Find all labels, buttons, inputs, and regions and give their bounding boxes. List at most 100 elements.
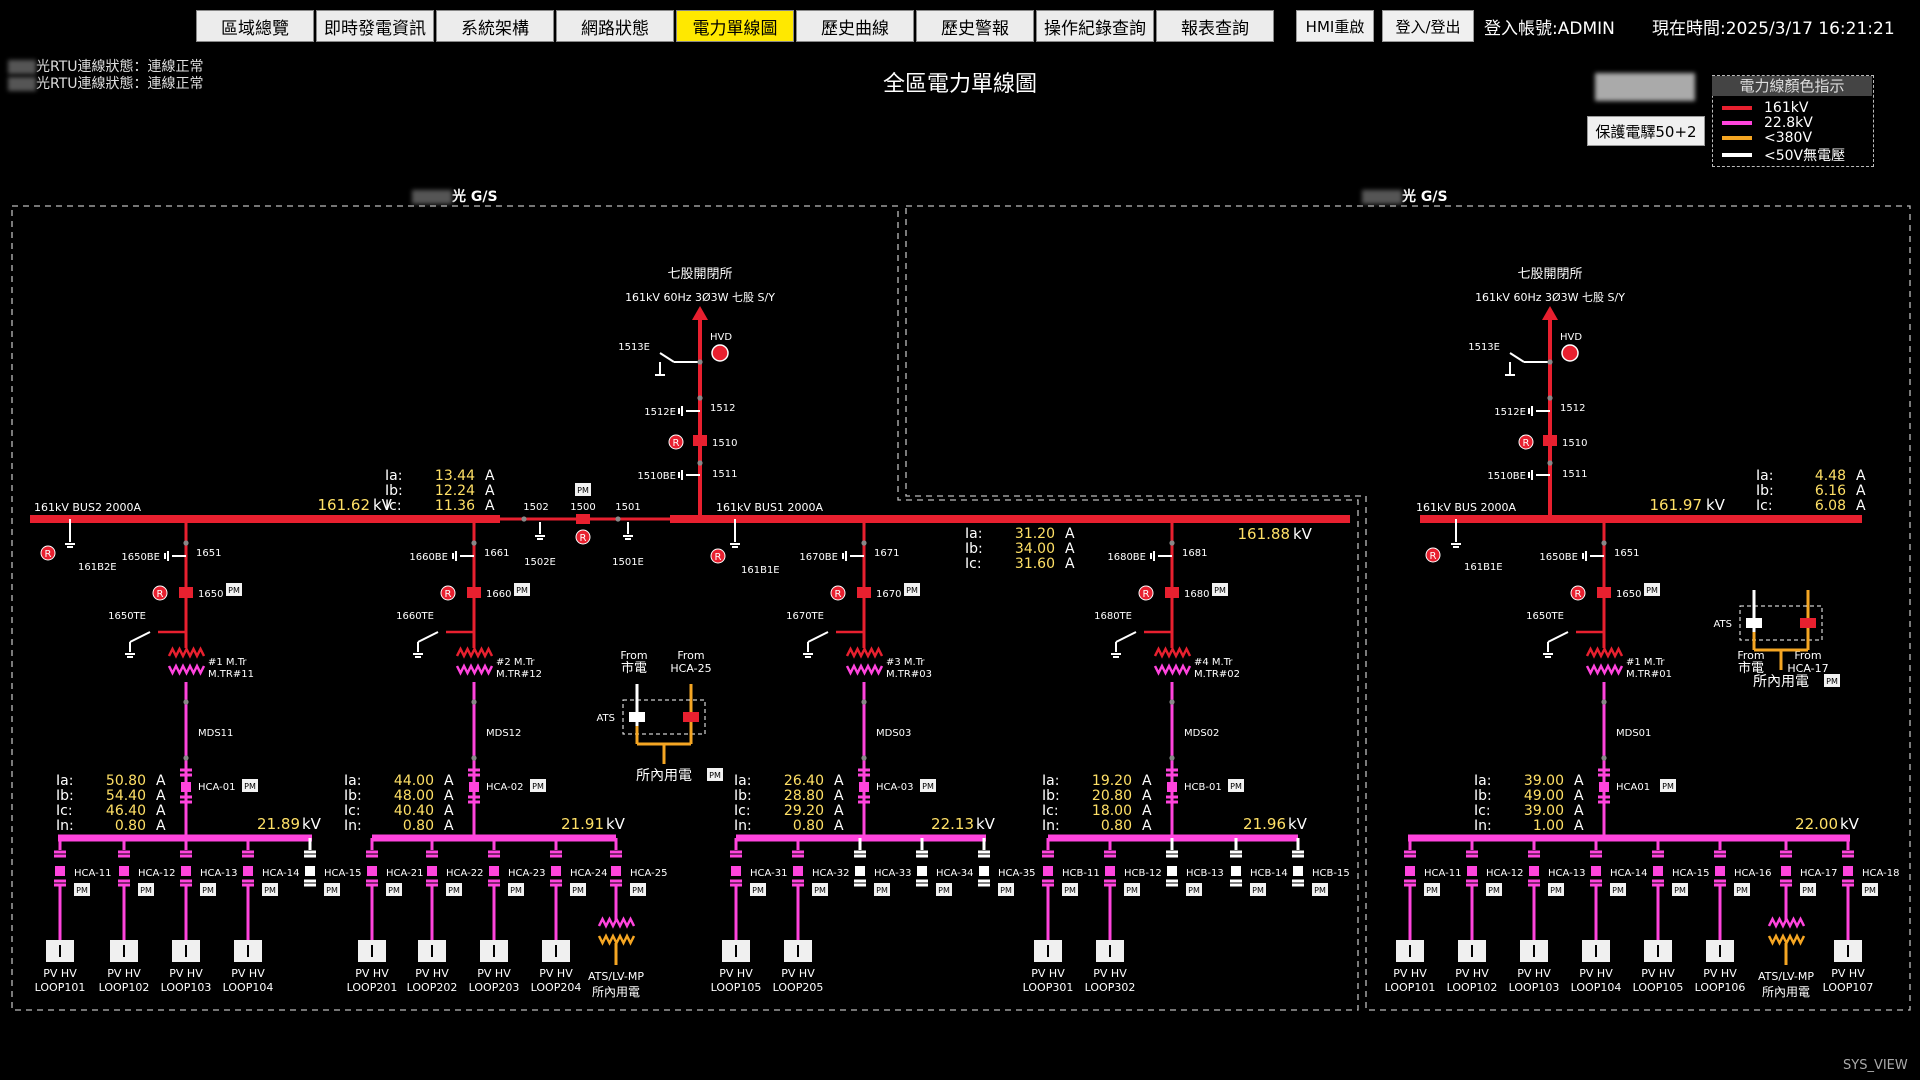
nav-tab-2[interactable]: 系統架構 [436,10,554,42]
pm-button[interactable] [324,883,340,896]
pm-button[interactable] [1548,883,1564,896]
pm-button[interactable] [226,583,242,596]
branch-breaker [1405,866,1415,876]
pm-button[interactable] [1228,779,1244,792]
right-incoming-arrow [1542,306,1558,320]
pm-button[interactable] [1610,883,1626,896]
branch-breaker [427,866,437,876]
right-feeder-current-value: 39.00 [1524,773,1564,789]
pm-button[interactable] [1644,583,1660,596]
legend-title: 電力線顏色指示 [1712,76,1872,96]
pm-button[interactable] [74,883,90,896]
area-left [11,205,1359,1011]
left-incoming-breaker-1510 [693,435,707,446]
pm-button[interactable] [1800,883,1816,896]
ground-switch [659,352,675,363]
switch-label: 1671 [874,548,899,559]
right-bus-current-unit: A [1856,468,1866,484]
pm-button[interactable] [904,583,920,596]
pm-button[interactable] [1824,674,1840,687]
pm-button[interactable] [1250,883,1266,896]
pm-button[interactable] [1312,883,1328,896]
right-bus-current-label: Ib: [1756,483,1774,499]
branch-breaker [181,866,191,876]
pm-button[interactable] [138,883,154,896]
right-bus-name: 161kV BUS 2000A [1416,501,1516,514]
pm-button[interactable] [1212,583,1228,596]
switch-label: 1511 [1562,469,1587,480]
pm-label: PM [1550,886,1562,895]
switch-label: 1511 [712,469,737,480]
bus-tie-breaker [576,514,590,524]
branch-label: HCA-13 [1548,868,1585,879]
feeder2-transformer [455,646,494,659]
pm-label: PM [228,586,240,595]
pm-button[interactable] [1734,883,1750,896]
relay-indicator [1570,585,1586,601]
feeder2-current-label: Ia: [344,773,361,789]
mv-breaker [181,782,191,792]
nav-tab-8[interactable]: 報表查詢 [1156,10,1274,42]
feeder2-breaker [467,587,481,598]
pm-button[interactable] [570,883,586,896]
pm-button[interactable] [812,883,828,896]
nav-tab-6[interactable]: 歷史警報 [916,10,1034,42]
pm-button[interactable] [242,779,258,792]
nav-tab-7[interactable]: 操作紀錄查詢 [1036,10,1154,42]
nav-tab-1[interactable]: 即時發電資訊 [316,10,434,42]
feeder4-current-label: Ib: [1042,788,1060,804]
pm-button[interactable] [575,483,591,496]
switch-node [1547,395,1553,401]
feeder3-kv-value: 22.13 [931,815,974,833]
pm-button[interactable] [1862,883,1878,896]
pm-label: PM [202,886,214,895]
pm-button[interactable] [262,883,278,896]
pm-button[interactable] [1672,883,1688,896]
pm-button[interactable] [1486,883,1502,896]
branch-breaker [1105,866,1115,876]
pm-button[interactable] [530,779,546,792]
transformer-label: #3 M.Tr [886,657,925,668]
pm-button[interactable] [508,883,524,896]
feeder3-transformer [845,663,884,676]
clock: 現在時間:2025/3/17 16:21:21 [1652,14,1895,39]
pm-button[interactable] [936,883,952,896]
feeder2-current-unit: A [444,818,454,834]
feeder1-kv-value: 21.89 [257,815,300,833]
pm-button[interactable] [920,779,936,792]
pm-button[interactable] [1186,883,1202,896]
feeder2-current-label: Ib: [344,788,362,804]
nav-tab-3[interactable]: 網路狀態 [556,10,674,42]
nav-tab-4[interactable]: 電力單線圖 [676,10,794,42]
pm-button[interactable] [514,583,530,596]
nav-tab-0[interactable]: 區域總覽 [196,10,314,42]
pm-button[interactable] [874,883,890,896]
pm-button[interactable] [446,883,462,896]
switch-node [1547,359,1553,365]
switch-label: 1500 [570,502,595,513]
pm-button[interactable] [386,883,402,896]
nav-tab-5[interactable]: 歷史曲線 [796,10,914,42]
switch-label: 1651 [1614,548,1639,559]
pm-button[interactable] [1424,883,1440,896]
pm-button[interactable] [200,883,216,896]
load-terminal [358,940,386,962]
pm-button[interactable] [998,883,1014,896]
login-logout-button[interactable]: 登入/登出 [1382,10,1474,42]
load-label: PV HV [781,967,815,980]
pm-button[interactable] [750,883,766,896]
branch-breaker [119,866,129,876]
hmi-restart-button[interactable]: HMI重啟 [1296,10,1374,42]
pm-button[interactable] [1062,883,1078,896]
breaker-label: HCA01 [1616,782,1650,793]
pm-button[interactable] [1660,779,1676,792]
pm-button[interactable] [1124,883,1140,896]
feeder2-current-label: In: [344,818,362,834]
gs-label-text: 光 G/S [1402,189,1448,205]
branch-breaker [1467,866,1477,876]
feeder4-current-value: 19.20 [1092,773,1132,789]
protection-relay-button[interactable]: 保護電驛50+2 [1587,116,1705,146]
legend-item-1: 22.8kV [1722,115,1813,131]
pm-button[interactable] [630,883,646,896]
pm-button[interactable] [707,768,723,781]
